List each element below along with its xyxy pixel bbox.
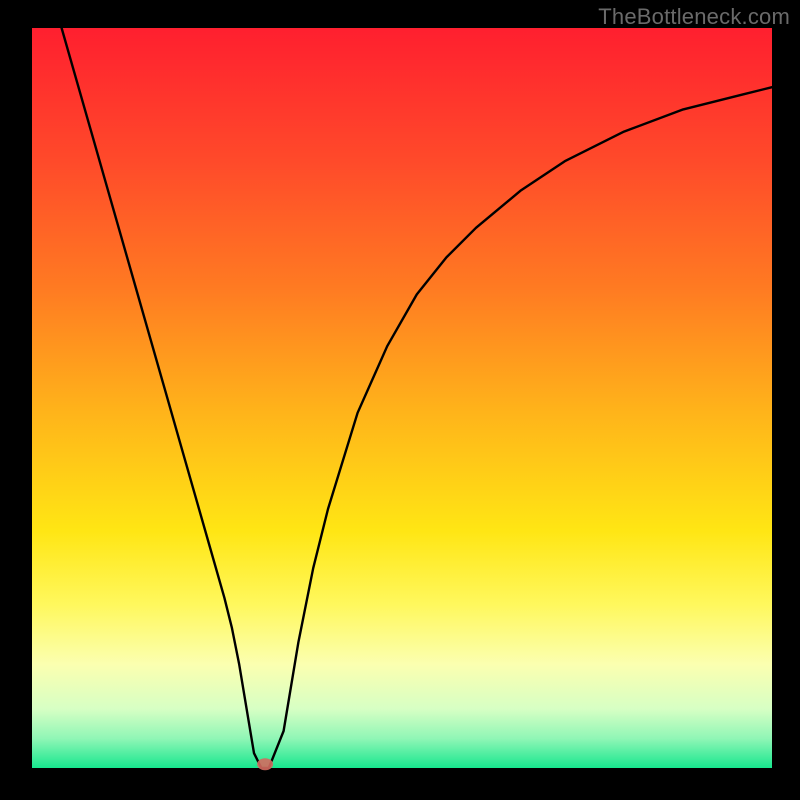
optimal-point-marker [257,758,273,770]
watermark-text: TheBottleneck.com [598,4,790,30]
plot-background [32,28,772,768]
bottleneck-chart [0,0,800,800]
chart-frame: TheBottleneck.com [0,0,800,800]
